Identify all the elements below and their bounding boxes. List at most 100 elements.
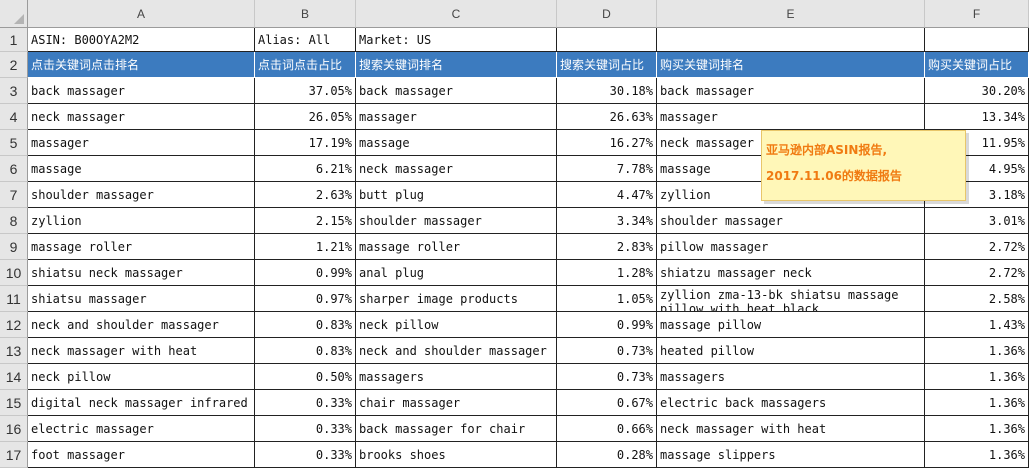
row-header-1[interactable]: 1 [0, 28, 28, 52]
cell-f13[interactable]: 1.36% [925, 338, 1029, 364]
cell-d9[interactable]: 2.83% [557, 234, 657, 260]
cell-c15[interactable]: chair massager [356, 390, 557, 416]
cell-a6[interactable]: massage [28, 156, 255, 182]
cell-b2[interactable]: 点击词点击占比 [255, 52, 356, 78]
cell-a16[interactable]: electric massager [28, 416, 255, 442]
cell-d4[interactable]: 26.63% [557, 104, 657, 130]
cell-a12[interactable]: neck and shoulder massager [28, 312, 255, 338]
cell-c2[interactable]: 搜索关键词排名 [356, 52, 557, 78]
cell-d14[interactable]: 0.73% [557, 364, 657, 390]
cell-a15[interactable]: digital neck massager infrared [28, 390, 255, 416]
cell-a4[interactable]: neck massager [28, 104, 255, 130]
cell-b12[interactable]: 0.83% [255, 312, 356, 338]
cell-a8[interactable]: zyllion [28, 208, 255, 234]
cell-f14[interactable]: 1.36% [925, 364, 1029, 390]
cell-c13[interactable]: neck and shoulder massager [356, 338, 557, 364]
cell-d12[interactable]: 0.99% [557, 312, 657, 338]
cell-b7[interactable]: 2.63% [255, 182, 356, 208]
cell-e3[interactable]: back massager [657, 78, 925, 104]
cell-comment[interactable]: 亚马逊内部ASIN报告, 2017.11.06的数据报告 [761, 130, 966, 201]
cell-a5[interactable]: massager [28, 130, 255, 156]
cell-f2[interactable]: 购买关键词占比 [925, 52, 1029, 78]
cell-f12[interactable]: 1.43% [925, 312, 1029, 338]
row-header-7[interactable]: 7 [0, 182, 28, 208]
cell-f10[interactable]: 2.72% [925, 260, 1029, 286]
cell-f11[interactable]: 2.58% [925, 286, 1029, 312]
cell-b1[interactable]: Alias: All [255, 28, 356, 52]
cell-f4[interactable]: 13.34% [925, 104, 1029, 130]
cell-e11[interactable]: zyllion zma-13-bk shiatsu massage pillow… [657, 286, 925, 312]
cell-e15[interactable]: electric back massagers [657, 390, 925, 416]
select-all-corner[interactable] [0, 0, 28, 28]
row-header-2[interactable]: 2 [0, 52, 28, 78]
cell-e1[interactable] [657, 28, 925, 52]
cell-e2[interactable]: 购买关键词排名 [657, 52, 925, 78]
row-header-3[interactable]: 3 [0, 78, 28, 104]
cell-e13[interactable]: heated pillow [657, 338, 925, 364]
row-header-8[interactable]: 8 [0, 208, 28, 234]
cell-e17[interactable]: massage slippers [657, 442, 925, 468]
cell-c7[interactable]: butt plug [356, 182, 557, 208]
row-header-4[interactable]: 4 [0, 104, 28, 130]
cell-d1[interactable] [557, 28, 657, 52]
row-header-17[interactable]: 17 [0, 442, 28, 468]
cell-e14[interactable]: massagers [657, 364, 925, 390]
row-header-5[interactable]: 5 [0, 130, 28, 156]
cell-a7[interactable]: shoulder massager [28, 182, 255, 208]
cell-c4[interactable]: massager [356, 104, 557, 130]
cell-b17[interactable]: 0.33% [255, 442, 356, 468]
cell-c14[interactable]: massagers [356, 364, 557, 390]
cell-f3[interactable]: 30.20% [925, 78, 1029, 104]
column-header-e[interactable]: E [657, 0, 925, 28]
cell-b10[interactable]: 0.99% [255, 260, 356, 286]
cell-e9[interactable]: pillow massager [657, 234, 925, 260]
cell-d6[interactable]: 7.78% [557, 156, 657, 182]
cell-b16[interactable]: 0.33% [255, 416, 356, 442]
cell-e16[interactable]: neck massager with heat [657, 416, 925, 442]
cell-a13[interactable]: neck massager with heat [28, 338, 255, 364]
cell-d2[interactable]: 搜索关键词占比 [557, 52, 657, 78]
cell-d15[interactable]: 0.67% [557, 390, 657, 416]
cell-f1[interactable] [925, 28, 1029, 52]
cell-b13[interactable]: 0.83% [255, 338, 356, 364]
column-header-f[interactable]: F [925, 0, 1029, 28]
cell-d8[interactable]: 3.34% [557, 208, 657, 234]
row-header-15[interactable]: 15 [0, 390, 28, 416]
cell-b3[interactable]: 37.05% [255, 78, 356, 104]
cell-c16[interactable]: back massager for chair [356, 416, 557, 442]
cell-d5[interactable]: 16.27% [557, 130, 657, 156]
cell-e12[interactable]: massage pillow [657, 312, 925, 338]
column-header-d[interactable]: D [557, 0, 657, 28]
cell-b14[interactable]: 0.50% [255, 364, 356, 390]
cell-a2[interactable]: 点击关键词点击排名 [28, 52, 255, 78]
cell-c3[interactable]: back massager [356, 78, 557, 104]
cell-b5[interactable]: 17.19% [255, 130, 356, 156]
row-header-12[interactable]: 12 [0, 312, 28, 338]
cell-a9[interactable]: massage roller [28, 234, 255, 260]
cell-a10[interactable]: shiatsu neck massager [28, 260, 255, 286]
row-header-14[interactable]: 14 [0, 364, 28, 390]
cell-c11[interactable]: sharper image products [356, 286, 557, 312]
cell-b15[interactable]: 0.33% [255, 390, 356, 416]
column-header-a[interactable]: A [28, 0, 255, 28]
cell-d11[interactable]: 1.05% [557, 286, 657, 312]
cell-a17[interactable]: foot massager [28, 442, 255, 468]
cell-f17[interactable]: 1.36% [925, 442, 1029, 468]
column-header-c[interactable]: C [356, 0, 557, 28]
cell-c9[interactable]: massage roller [356, 234, 557, 260]
cell-c10[interactable]: anal plug [356, 260, 557, 286]
cell-b4[interactable]: 26.05% [255, 104, 356, 130]
cell-e4[interactable]: massager [657, 104, 925, 130]
cell-c12[interactable]: neck pillow [356, 312, 557, 338]
cell-d3[interactable]: 30.18% [557, 78, 657, 104]
cell-c17[interactable]: brooks shoes [356, 442, 557, 468]
row-header-9[interactable]: 9 [0, 234, 28, 260]
cell-b6[interactable]: 6.21% [255, 156, 356, 182]
row-header-11[interactable]: 11 [0, 286, 28, 312]
cell-a11[interactable]: shiatsu massager [28, 286, 255, 312]
cell-a3[interactable]: back massager [28, 78, 255, 104]
cell-e8[interactable]: shoulder massager [657, 208, 925, 234]
row-header-6[interactable]: 6 [0, 156, 28, 182]
cell-e10[interactable]: shiatzu massager neck [657, 260, 925, 286]
cell-c8[interactable]: shoulder massager [356, 208, 557, 234]
